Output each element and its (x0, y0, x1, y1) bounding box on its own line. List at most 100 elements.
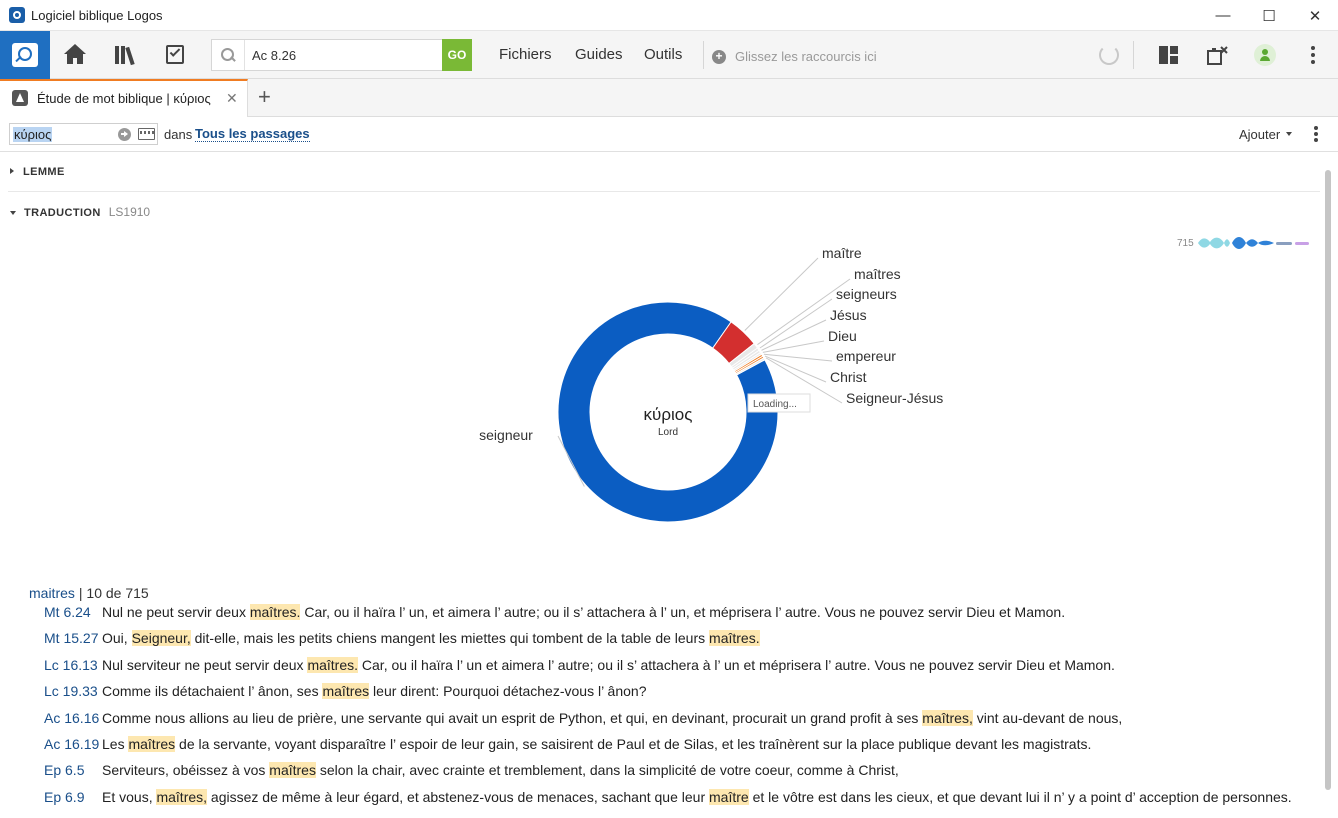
slice-label-4[interactable]: Jésus (830, 307, 867, 323)
result-row: Lc 19.33 Comme ils détachaient l’ ânon, s… (0, 683, 1322, 709)
menu-fichiers[interactable]: Fichiers (499, 46, 552, 63)
loading-text: Loading... (753, 399, 797, 410)
verse-reference-link[interactable]: Ac 16.16 (44, 710, 99, 726)
word-input[interactable]: κύριος (13, 127, 53, 142)
slice-label-0[interactable]: seigneur (479, 427, 533, 443)
verse-fragment: Et vous, (102, 788, 157, 805)
highlighted-word: maîtres (322, 683, 370, 700)
highlighted-word: maîtres, (156, 788, 208, 805)
sync-icon[interactable] (1099, 45, 1119, 65)
verse-text: Comme nous allions au lieu de prière, un… (102, 709, 1122, 726)
maximize-button[interactable]: ☐ (1246, 0, 1292, 31)
scope-prefix: dans (164, 127, 193, 142)
translation-donut-chart[interactable]: seigneur maître maîtres seigneurs Jésus Dieu e… (430, 244, 990, 544)
verse-text: Serviteurs, obéissez à vos maîtres selon… (102, 762, 899, 779)
slice-label-2[interactable]: maîtres (854, 266, 901, 282)
verse-text: Les maîtres de la servante, voyant dispa… (102, 736, 1091, 752)
slice-label-5[interactable]: Dieu (828, 328, 857, 344)
donut-center-sub: Lord (658, 427, 678, 438)
verse-reference-link[interactable]: Mt 6.24 (44, 604, 91, 620)
logos-search-icon (12, 43, 38, 67)
results-header: maitres | 10 de 715 (29, 585, 149, 601)
verse-fragment: Car, ou il haïra l’ un et aimera l’ autr… (358, 656, 1115, 673)
tab-word-study[interactable]: Étude de mot biblique | κύριος ✕ (0, 79, 248, 117)
add-dropdown[interactable]: Ajouter (1239, 127, 1280, 142)
scroll-thumb[interactable] (1325, 170, 1331, 790)
highlighted-word: maître (709, 788, 749, 805)
main-toolbar: GO Fichiers Guides Outils + Glissez les … (0, 31, 1338, 79)
scope-selector[interactable]: Tous les passages (195, 126, 310, 142)
section-lemme[interactable]: LEMME (10, 166, 65, 178)
slice-label-7[interactable]: Christ (830, 369, 867, 385)
verse-reference-link[interactable]: Ep 6.5 (44, 762, 84, 778)
tab-close-icon[interactable]: ✕ (226, 90, 238, 107)
slice-label-6[interactable]: empereur (836, 348, 896, 364)
verse-fragment: Nul ne peut servir deux (102, 604, 250, 620)
highlighted-word: maîtres. (307, 656, 359, 673)
slice-label-1[interactable]: maître (822, 245, 862, 261)
chevron-down-icon[interactable] (1286, 132, 1292, 136)
result-row: Ep 6.5 Serviteurs, obéissez à vos maîtres… (0, 762, 1322, 788)
highlighted-word: maîtres (269, 762, 316, 779)
verse-fragment: selon la chair, avec crainte et tremblem… (315, 762, 899, 779)
results-word[interactable]: maitres (29, 585, 75, 601)
library-icon[interactable] (113, 43, 137, 67)
slice-label-8[interactable]: Seigneur-Jésus (846, 390, 943, 406)
verse-reference-link[interactable]: Mt 15.27 (44, 630, 98, 646)
leader-line-3 (759, 298, 833, 349)
verse-fragment: Nul serviteur ne peut servir deux (102, 656, 308, 673)
highlighted-word: maîtres, (922, 709, 973, 726)
more-options-icon[interactable] (1311, 46, 1315, 64)
result-row: Lc 16.13 Nul serviteur ne peut servir deu… (0, 656, 1322, 683)
user-account-icon[interactable] (1254, 44, 1276, 66)
go-button[interactable]: GO (442, 39, 472, 71)
highlighted-word: Seigneur, (131, 630, 191, 647)
verse-fragment: et le vôtre est dans les cieux, et que d… (748, 788, 1292, 805)
shortcuts-bar[interactable]: Glissez les raccourcis ici (735, 49, 877, 64)
verse-text: Nul serviteur ne peut servir deux maître… (102, 656, 1115, 673)
verse-fragment: agissez de même à leur égard, et abstene… (207, 788, 710, 805)
layouts-icon[interactable] (1159, 46, 1178, 64)
go-arrow-icon[interactable] (118, 128, 131, 141)
command-search-input[interactable] (252, 46, 432, 64)
logos-search-button[interactable] (0, 31, 50, 79)
add-tab-button[interactable]: + (258, 84, 271, 110)
tab-label: Étude de mot biblique | κύριος (37, 91, 211, 106)
title-bar: Logiciel biblique Logos — ☐ ✕ (0, 0, 1338, 31)
result-row: Ac 16.19 Les maîtres de la servante, voya… (0, 736, 1322, 762)
slice-label-3[interactable]: seigneurs (836, 286, 897, 302)
keyboard-icon[interactable] (138, 128, 155, 140)
expand-icon (10, 168, 14, 174)
close-window-button[interactable]: ✕ (1292, 0, 1338, 31)
panel-menu-icon[interactable] (1314, 126, 1318, 144)
add-shortcut-icon[interactable]: + (712, 50, 726, 64)
tab-bar: Étude de mot biblique | κύριος ✕ + (0, 79, 1338, 117)
donut-center-label: κύριος (644, 405, 693, 424)
mini-graph-count: 715 (1177, 238, 1194, 249)
section-traduction[interactable]: TRADUCTION LS1910 (10, 205, 150, 219)
verse-fragment: Oui, (102, 630, 132, 647)
close-panels-icon[interactable] (1206, 45, 1228, 67)
version-label[interactable]: LS1910 (109, 205, 150, 219)
verse-reference-link[interactable]: Ac 16.19 (44, 736, 99, 752)
verse-reference-link[interactable]: Ep 6.9 (44, 789, 84, 805)
word-study-content: LEMME TRADUCTION LS1910 715 seigneur maîtr… (0, 152, 1322, 818)
verse-reference-link[interactable]: Lc 19.33 (44, 683, 98, 699)
verse-fragment: Comme ils détachaient l’ ânon, ses (102, 683, 323, 700)
menu-guides[interactable]: Guides (575, 46, 623, 63)
verse-fragment: Serviteurs, obéissez à vos (102, 762, 270, 779)
window-title: Logiciel biblique Logos (31, 7, 163, 23)
verse-fragment: de la servante, voyant disparaître l’ es… (175, 736, 1092, 752)
content-scrollbar[interactable] (1322, 152, 1338, 818)
word-study-icon (12, 90, 28, 106)
minimize-button[interactable]: — (1200, 0, 1246, 31)
results-count: | 10 de 715 (78, 585, 149, 601)
tasks-icon[interactable] (163, 43, 187, 67)
distribution-mini-graph[interactable] (1198, 232, 1310, 254)
logos-app-icon (9, 7, 25, 23)
search-icon (221, 48, 235, 62)
menu-outils[interactable]: Outils (644, 46, 682, 63)
highlighted-word: maîtres. (249, 604, 301, 620)
verse-reference-link[interactable]: Lc 16.13 (44, 657, 98, 673)
home-icon[interactable] (63, 43, 87, 67)
